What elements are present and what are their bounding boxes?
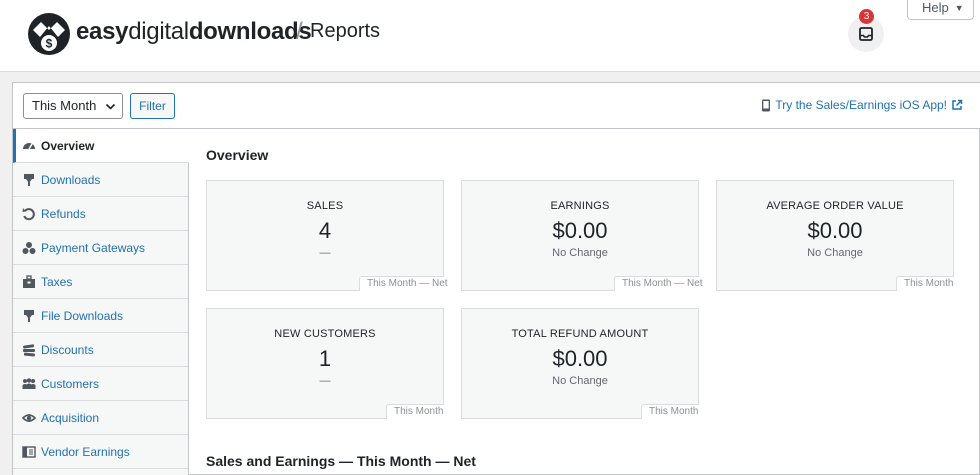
sidebar-item-taxes[interactable]: Taxes	[13, 265, 188, 299]
customers-icon	[22, 377, 36, 389]
reports-sidebar: Overview Downloads Refunds Payment Gatew…	[13, 129, 189, 475]
stat-value: 1	[318, 346, 332, 371]
mobile-phone-icon	[762, 99, 771, 111]
brand-name: easydigitaldownloads	[76, 18, 312, 45]
dashboard-icon	[23, 142, 35, 149]
sidebar-item-file-downloads[interactable]: File Downloads	[13, 299, 188, 333]
stat-period-tag: This Month	[641, 404, 699, 419]
edd-logo-icon: $	[27, 12, 71, 56]
filter-button[interactable]: Filter	[130, 93, 175, 119]
sidebar-item-acquisition[interactable]: Acquisition	[13, 401, 188, 435]
help-tab-button[interactable]: Help ▼	[907, 0, 974, 20]
notification-count-badge: 3	[859, 9, 874, 24]
reports-panel: This Month Filter Try the Sales/Earnings…	[12, 82, 980, 475]
sidebar-item-refunds[interactable]: Refunds	[13, 197, 188, 231]
stat-label: SALES	[306, 200, 344, 212]
stat-card-new-customers: NEW CUSTOMERS 1 — This Month	[206, 308, 444, 419]
chevron-down-icon	[105, 103, 116, 110]
stat-change: No Change	[552, 247, 608, 259]
stat-label: NEW CUSTOMERS	[274, 328, 376, 340]
sidebar-item-customers[interactable]: Customers	[13, 367, 188, 401]
stat-change: —	[319, 247, 331, 259]
date-range-select[interactable]: This Month	[23, 93, 123, 119]
stat-period-tag: This Month — Net	[614, 276, 703, 291]
external-link-icon	[952, 99, 963, 110]
inbox-icon	[859, 27, 873, 41]
overview-heading: Overview	[206, 147, 269, 163]
stat-change: No Change	[552, 375, 608, 387]
stat-value: 4	[318, 218, 332, 243]
refund-icon	[22, 207, 35, 220]
breadcrumb-separator: /	[296, 18, 303, 45]
reports-content: Overview SALES 4 — This Month — Net EARN…	[206, 129, 976, 475]
stat-value: $0.00	[552, 218, 608, 243]
stat-period-tag: This Month	[896, 276, 954, 291]
stat-label: AVERAGE ORDER VALUE	[766, 200, 904, 212]
taxes-icon	[23, 274, 35, 288]
stat-card-total-refund-amount: TOTAL REFUND AMOUNT $0.00 No Change This…	[461, 308, 699, 419]
svg-text:$: $	[46, 37, 53, 51]
stat-change: —	[319, 375, 331, 387]
stat-card-earnings: EARNINGS $0.00 No Change This Month — Ne…	[461, 180, 703, 291]
stat-value: $0.00	[807, 218, 863, 243]
sidebar-item-discounts[interactable]: Discounts	[13, 333, 188, 367]
stat-change: No Change	[807, 247, 863, 259]
page-title: Reports	[310, 20, 381, 42]
sidebar-item-overview[interactable]: Overview	[13, 129, 189, 163]
gateways-icon	[22, 241, 36, 254]
acquisition-icon	[22, 413, 36, 422]
stat-period-tag: This Month — Net	[359, 276, 448, 291]
ios-app-link[interactable]: Try the Sales/Earnings iOS App!	[761, 98, 963, 112]
stat-label: TOTAL REFUND AMOUNT	[511, 328, 649, 340]
sidebar-item-vendor-earnings[interactable]: Vendor Earnings	[13, 435, 188, 469]
filter-bar: This Month Filter Try the Sales/Earnings…	[13, 83, 980, 129]
stat-card-average-order-value: AVERAGE ORDER VALUE $0.00 No Change This…	[716, 180, 954, 291]
discounts-icon	[23, 343, 35, 357]
sidebar-item-downloads[interactable]: Downloads	[13, 163, 188, 197]
stat-value: $0.00	[552, 346, 608, 371]
stat-period-tag: This Month	[386, 404, 444, 419]
sales-earnings-heading: Sales and Earnings — This Month — Net	[206, 453, 476, 469]
file-download-icon	[24, 309, 34, 322]
caret-down-icon: ▼	[954, 3, 964, 13]
sidebar-item-payment-gateways[interactable]: Payment Gateways	[13, 231, 188, 265]
download-icon	[24, 173, 34, 186]
stat-label: EARNINGS	[550, 200, 610, 212]
vendor-earnings-icon	[22, 445, 36, 458]
page-header: $ easydigitaldownloads / Reports Help ▼ 3	[0, 0, 980, 72]
stat-card-sales: SALES 4 — This Month — Net	[206, 180, 448, 291]
